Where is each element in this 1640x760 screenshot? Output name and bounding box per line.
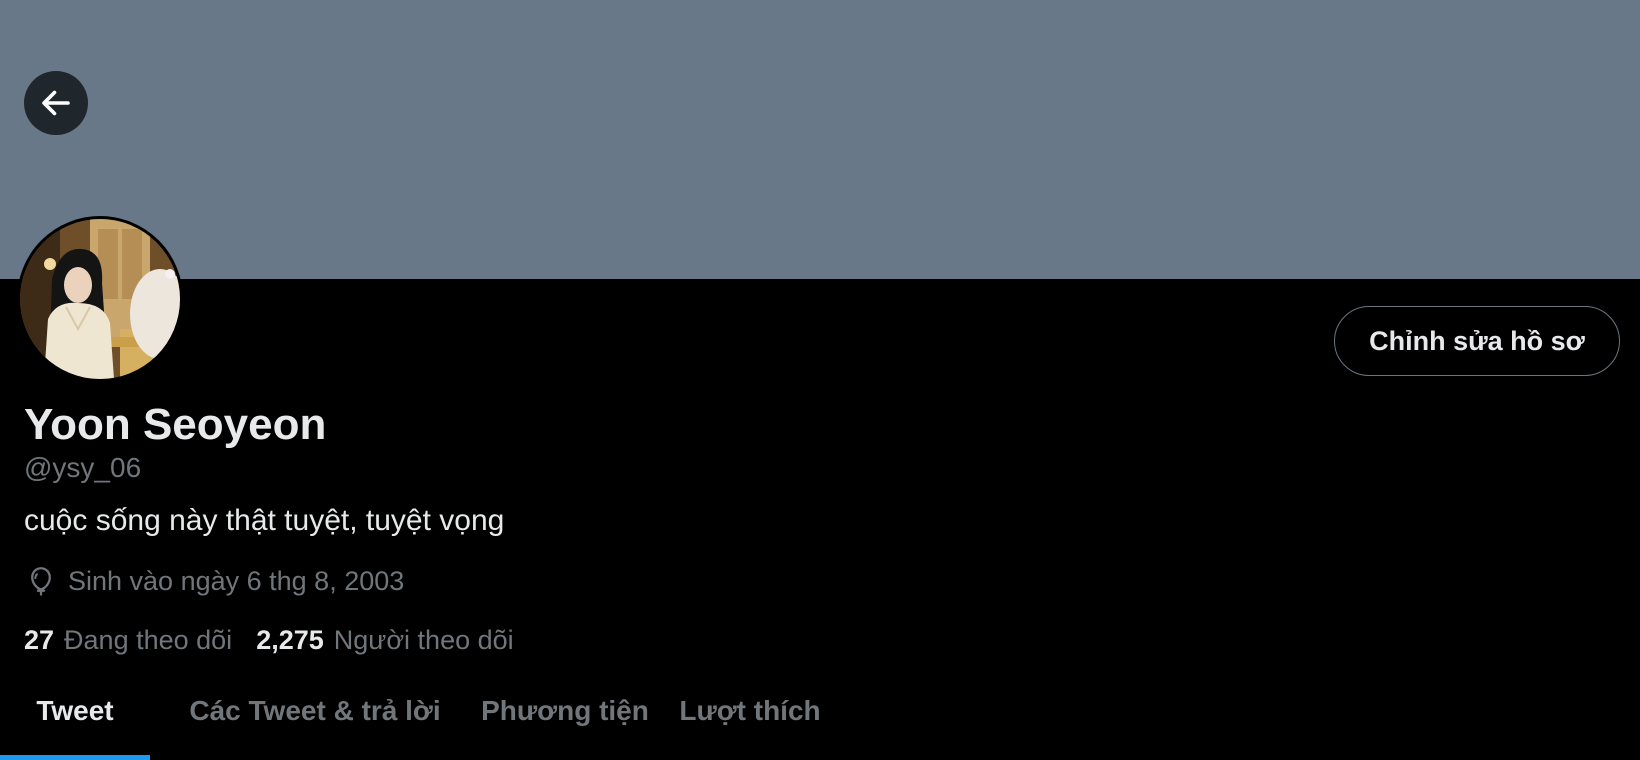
user-handle: @ysy_06: [24, 452, 142, 483]
profile-tabs: Tweet Các Tweet & trả lời Phương tiện Lư…: [0, 680, 1640, 760]
followers-count: 2,275: [256, 624, 324, 655]
birthday-info: Sinh vào ngày 6 thg 8, 2003: [24, 562, 404, 600]
following-count: 27: [24, 624, 55, 655]
profile-bio: cuộc sống này thật tuyệt, tuyệt vọng: [24, 504, 505, 537]
tab-label: Tweet: [36, 695, 114, 726]
birthday-text: Sinh vào ngày 6 thg 8, 2003: [68, 565, 405, 596]
tab-label: Các Tweet & trả lời: [189, 695, 441, 726]
following-link[interactable]: 27 Đang theo dõi: [24, 625, 232, 656]
active-tab-indicator: [0, 755, 150, 760]
followers-link[interactable]: 2,275 Người theo dõi: [256, 625, 513, 656]
tab-label: Phương tiện: [481, 695, 649, 726]
follow-stats: 27 Đang theo dõi 2,275 Người theo dõi: [24, 621, 514, 659]
followers-label: Người theo dõi: [333, 624, 514, 655]
balloon-icon: [24, 564, 58, 598]
profile-page: Chỉnh sửa hồ sơ Yoon Seoyeon @ysy_06 cuộ…: [0, 0, 1640, 760]
following-label: Đang theo dõi: [64, 624, 233, 655]
edit-profile-button[interactable]: Chỉnh sửa hồ sơ: [1334, 306, 1620, 376]
tab-media[interactable]: Phương tiện: [480, 680, 650, 760]
tab-label: Lượt thích: [679, 695, 821, 726]
profile-banner: [0, 0, 1640, 279]
arrow-left-icon: [38, 85, 74, 121]
tab-likes[interactable]: Lượt thích: [650, 680, 850, 760]
avatar[interactable]: [17, 216, 183, 382]
display-name: Yoon Seoyeon: [24, 400, 327, 449]
tab-tweets-and-replies[interactable]: Các Tweet & trả lời: [150, 680, 480, 760]
tab-tweets[interactable]: Tweet: [0, 680, 150, 760]
back-button[interactable]: [24, 71, 88, 135]
